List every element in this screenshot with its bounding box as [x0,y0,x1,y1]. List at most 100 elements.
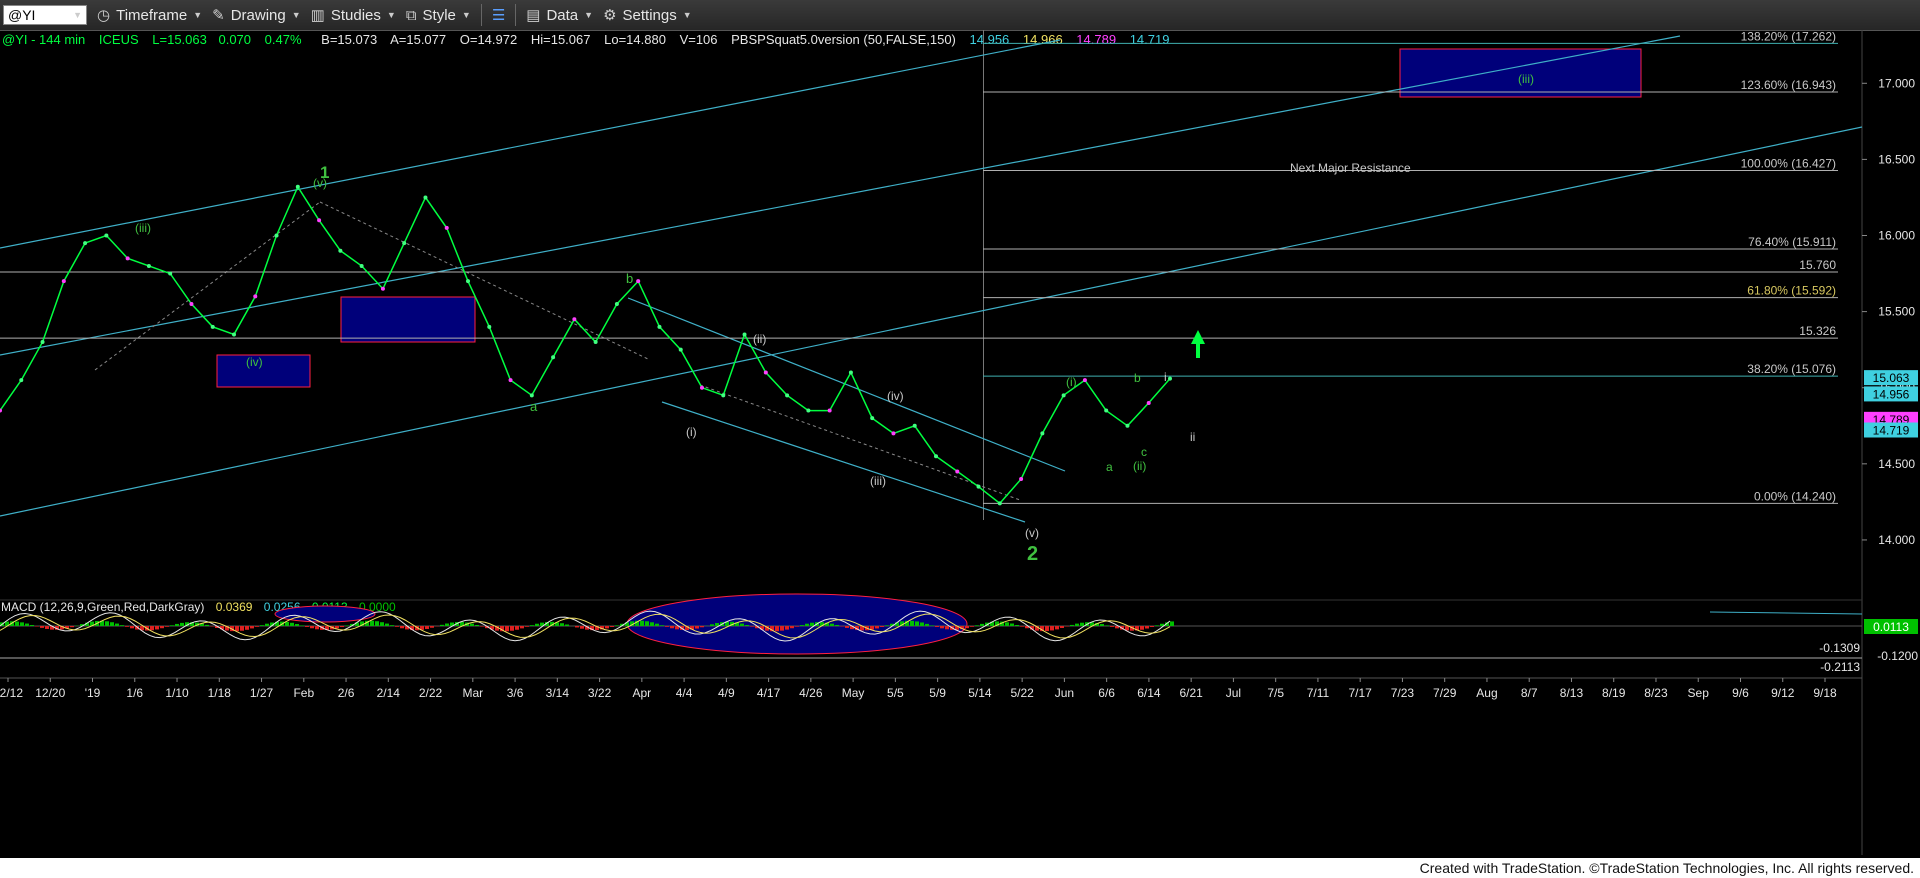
macd-hist-bar [165,626,169,627]
macd-hist-bar [1170,621,1174,626]
macd-hist-bar [650,622,654,626]
timeframe-label: Timeframe [116,6,188,24]
symbol-info: @YI - 144 min [2,32,85,47]
symbol-input[interactable]: @YI ▼ [3,5,87,25]
studies-menu[interactable]: ▥ Studies ▼ [311,6,396,25]
wave-label-c-small: c [1141,445,1147,459]
macd-hist-bar [1075,623,1079,626]
settings-menu[interactable]: ⚙ Settings ▼ [603,6,692,25]
data-icon: ▤ [526,7,541,24]
price-point [402,241,407,246]
price-tag-text-0: 15.063 [1873,371,1910,385]
macd-hist-bar [615,625,619,626]
pct-change: 0.47% [265,32,302,47]
macd-hist-bar [475,625,479,626]
macd-hist-bar [745,625,749,626]
macd-hist-bar [670,626,674,629]
macd-hist-bar [535,623,539,626]
price-point [678,347,683,352]
macd-hist-bar [1080,622,1084,626]
macd-hist-bar [390,625,394,626]
layout-button[interactable]: ☰ [492,6,505,24]
pencil-icon: ✎ [212,7,225,24]
macd-hist-bar [910,620,914,626]
macd-hist-bar [750,626,754,627]
macd-hist-bar [1005,622,1009,626]
wave-label-iii-target: (iii) [1518,72,1534,86]
macd-hist-bar [430,626,434,628]
macd-hist-bar [885,625,889,626]
x-tick-label-29: Jul [1226,686,1241,700]
wave-label-a: a [530,399,538,414]
studies-label: Studies [330,6,381,24]
macd-hist-bar [665,626,669,627]
price-point [657,324,662,329]
macd-hist-bar [975,625,979,626]
x-tick-label-14: 3/22 [588,686,612,700]
settings-label: Settings [622,6,677,24]
macd-hist-bar [125,626,129,627]
macd-hist-bar [180,622,184,626]
macd-hist-bar [845,626,849,628]
macd-hist-bar [530,625,534,626]
price-point [83,241,88,246]
drawing-menu[interactable]: ✎ Drawing ▼ [212,6,301,25]
macd-hist-bar [105,621,109,626]
macd-hist-bar [870,626,874,630]
macd-hist-bar [610,626,614,627]
macd-hist-bar [290,622,294,626]
macd-hist-bar [45,626,49,629]
macd-hist-bar [370,620,374,626]
style-label: Style [422,6,456,24]
x-tick-label-22: 5/9 [929,686,946,700]
macd-hist-bar [265,623,269,626]
macd-hist-bar [1105,625,1109,626]
price-point [700,385,704,390]
layout-icon: ☰ [491,7,506,24]
price-point [976,484,981,489]
macd-hist-bar [160,626,164,629]
footer-credit: Created with TradeStation. ©TradeStation… [0,858,1920,878]
wave-label-b: b [626,271,633,286]
macd-hist-bar [1010,623,1014,626]
macd-hist-bar [245,626,249,630]
x-tick-label-42: 9/12 [1771,686,1795,700]
high: Hi=15.067 [531,32,591,47]
macd-hist-bar [930,625,934,626]
data-menu[interactable]: ▤ Data ▼ [526,6,593,25]
macd-hist-bar [880,626,884,627]
macd-hist-bar [1055,626,1059,630]
macd-hist-bar [800,625,804,626]
macd-hist-bar [515,626,519,630]
x-tick-label-12: 3/6 [507,686,524,700]
wave-label-ii-small-white: ii [1190,430,1195,444]
macd-hist-bar [445,623,449,626]
time-axis: 12/12 12/20 '19 1/6 1/10 1/18 1/27 Feb 2/6 2/14 2/… [0,678,1837,700]
bid: B=15.073 [321,32,377,47]
style-menu[interactable]: ⧉ Style ▼ [406,7,471,24]
timeframe-menu[interactable]: ◷ Timeframe ▼ [97,6,202,25]
study-value-1: 14.966 [1023,32,1063,47]
x-tick-label-23: 5/14 [968,686,992,700]
channel-line-upper [0,39,1061,249]
macd-hist-bar [605,626,609,629]
price-point [1061,393,1066,398]
y-tick-label-6: 17.000 [1878,76,1915,90]
price-tag-layer: 15.06314.95614.78914.719 [1864,370,1918,438]
macd-hist-bar [700,626,704,628]
price-chart[interactable]: @YI - 144 min ICEUS L=15.063 0.070 0.47%… [0,30,1920,858]
chevron-down-icon: ▼ [461,10,471,20]
macd-hist-bar [505,626,509,632]
macd-hist-bar [400,626,404,629]
macd-hist-bar [395,626,399,627]
macd-hist-bar [740,623,744,626]
price-point [1019,477,1024,482]
x-tick-label-8: 2/6 [338,686,355,700]
macd-hist-bar [660,625,664,626]
macd-hist-bar [645,621,649,626]
macd-hist-bar [715,623,719,626]
price-point [1146,400,1151,405]
macd-hist-bar [255,626,259,627]
macd-axis-label-2: -0.2113 [1820,660,1860,674]
macd-hist-bar [970,626,974,627]
